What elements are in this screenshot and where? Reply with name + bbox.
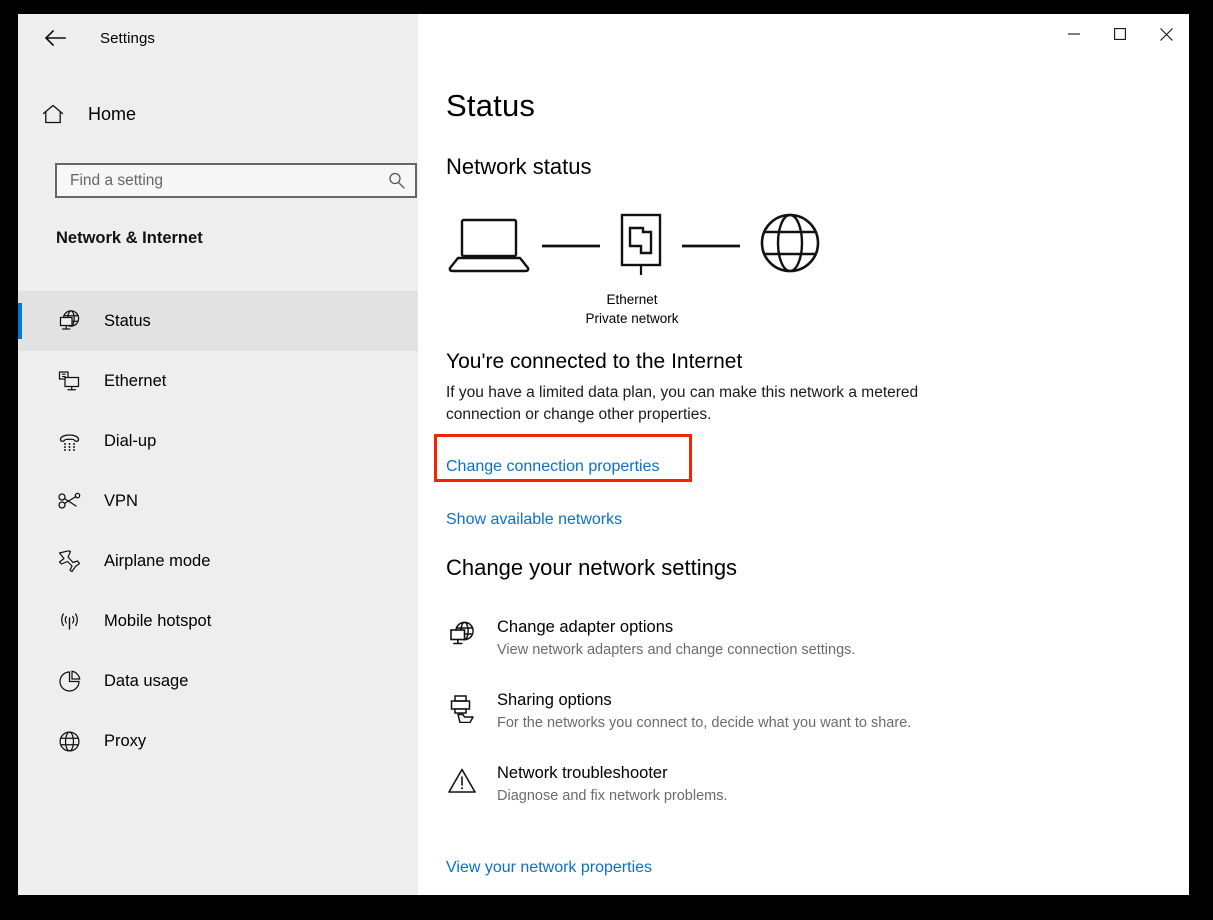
- setting-subtitle: For the networks you connect to, decide …: [497, 715, 912, 731]
- sidebar-item-label: Airplane mode: [104, 551, 211, 570]
- connection-type: Private network: [585, 311, 679, 326]
- printer-share-icon: [446, 693, 478, 725]
- sidebar-item-vpn[interactable]: VPN: [18, 471, 418, 531]
- sidebar-item-mobile-hotspot[interactable]: Mobile hotspot: [18, 591, 418, 651]
- globe-monitor-icon: [56, 308, 82, 334]
- sidebar-item-airplane-mode[interactable]: Airplane mode: [18, 531, 418, 591]
- network-settings-list: Change adapter options View network adap…: [446, 616, 1006, 835]
- link-change-connection-properties[interactable]: Change connection properties: [446, 458, 659, 476]
- network-status-heading: Network status: [446, 154, 592, 179]
- change-settings-heading: Change your network settings: [446, 555, 738, 580]
- setting-title: Network troubleshooter: [497, 764, 668, 782]
- sidebar-item-home[interactable]: Home: [18, 94, 418, 134]
- link-show-available-networks[interactable]: Show available networks: [446, 511, 622, 529]
- sidebar: Settings Home Network & Internet: [18, 14, 418, 895]
- setting-subtitle: View network adapters and change connect…: [497, 642, 856, 658]
- ethernet-monitor-icon: [56, 368, 82, 394]
- connection-name: Ethernet: [606, 292, 658, 307]
- sidebar-category-title: Network & Internet: [56, 229, 203, 247]
- setting-text: Network troubleshooter Diagnose and fix …: [497, 762, 728, 807]
- sidebar-home-label: Home: [88, 103, 137, 124]
- sidebar-item-data-usage[interactable]: Data usage: [18, 651, 418, 711]
- setting-title: Sharing options: [497, 691, 612, 709]
- sidebar-item-label: Data usage: [104, 671, 189, 690]
- setting-change-adapter-options[interactable]: Change adapter options View network adap…: [446, 616, 1006, 661]
- sidebar-item-label: Dial-up: [104, 431, 157, 450]
- titlebar: Settings: [18, 14, 418, 62]
- setting-text: Change adapter options View network adap…: [497, 616, 855, 661]
- pie-chart-icon: [56, 668, 82, 694]
- globe-icon: [760, 213, 820, 273]
- setting-text: Sharing options For the networks you con…: [497, 689, 911, 734]
- home-icon: [42, 104, 70, 124]
- sidebar-item-label: Ethernet: [104, 371, 167, 390]
- setting-sharing-options[interactable]: Sharing options For the networks you con…: [446, 689, 1006, 734]
- window-title: Settings: [100, 29, 155, 47]
- network-diagram: Ethernet Private network: [446, 210, 866, 340]
- globe-monitor-icon: [446, 620, 478, 652]
- airplane-icon: [56, 548, 82, 574]
- globe-icon: [56, 728, 82, 754]
- link-view-network-properties[interactable]: View your network properties: [446, 859, 652, 877]
- laptop-icon: [448, 218, 530, 273]
- setting-subtitle: Diagnose and fix network problems.: [497, 788, 728, 804]
- close-icon[interactable]: [1143, 14, 1189, 54]
- dialup-phone-icon: [56, 428, 82, 454]
- network-diagram-svg: [448, 213, 820, 275]
- ethernet-port-icon: [620, 213, 662, 275]
- setting-title: Change adapter options: [497, 618, 674, 636]
- setting-network-troubleshooter[interactable]: Network troubleshooter Diagnose and fix …: [446, 762, 1006, 807]
- back-arrow-icon[interactable]: [40, 23, 70, 53]
- sidebar-item-status[interactable]: Status: [18, 291, 418, 351]
- sidebar-item-label: Mobile hotspot: [104, 611, 212, 630]
- search-input[interactable]: [70, 171, 387, 190]
- maximize-icon[interactable]: [1097, 14, 1143, 54]
- search-input-wrapper[interactable]: [55, 163, 417, 198]
- sidebar-item-dial-up[interactable]: Dial-up: [18, 411, 418, 471]
- hotspot-signal-icon: [56, 608, 82, 634]
- search-icon[interactable]: [387, 172, 405, 190]
- sidebar-item-label: Proxy: [104, 731, 147, 750]
- vpn-key-icon: [56, 488, 82, 514]
- sidebar-item-label: Status: [104, 311, 151, 330]
- sidebar-item-proxy[interactable]: Proxy: [18, 711, 418, 771]
- warning-triangle-icon: [446, 766, 478, 798]
- main-content: Status Network status Ethernet Private n…: [418, 14, 1189, 895]
- connected-heading: You're connected to the Internet: [446, 350, 743, 373]
- page-title: Status: [446, 88, 536, 123]
- sidebar-item-ethernet[interactable]: Ethernet: [18, 351, 418, 411]
- settings-window: Settings Home Network & Internet: [18, 14, 1189, 895]
- connected-description: If you have a limited data plan, you can…: [446, 384, 919, 423]
- sidebar-nav-list: Status Ethernet Dial-up VPN Airplane mod…: [18, 291, 418, 771]
- sidebar-item-label: VPN: [104, 491, 138, 510]
- window-controls: [1051, 14, 1189, 54]
- minimize-icon[interactable]: [1051, 14, 1097, 54]
